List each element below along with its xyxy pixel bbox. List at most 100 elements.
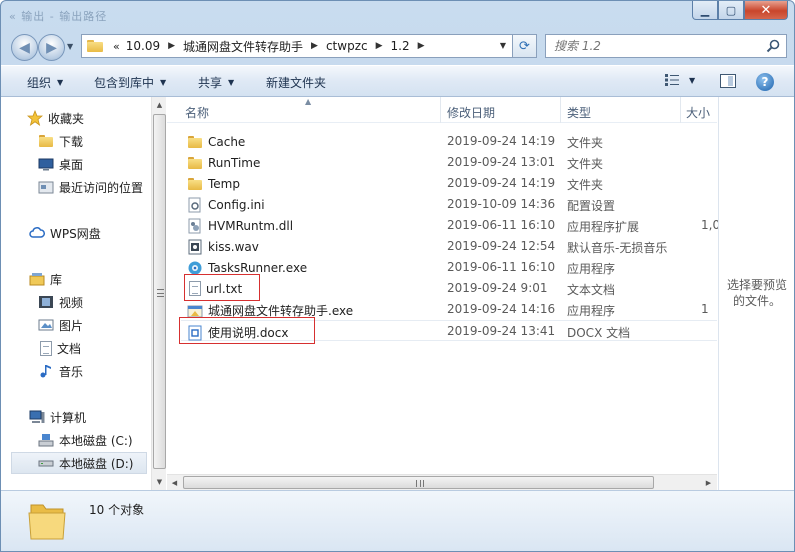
- window-controls: ▁ ▢ ✕: [692, 1, 788, 20]
- chevron-right-icon[interactable]: ▶: [311, 41, 318, 51]
- star-icon: [27, 110, 43, 126]
- search-box[interactable]: [545, 34, 787, 58]
- downloads-folder-icon: [38, 133, 54, 149]
- chevron-right-icon[interactable]: ▶: [376, 41, 383, 51]
- file-row[interactable]: TasksRunner.exe 2019-06-11 16:10 应用程序: [181, 257, 717, 278]
- folder-icon: [187, 176, 203, 192]
- nav-computer[interactable]: 计算机: [29, 406, 86, 428]
- file-name: Cache: [208, 135, 246, 149]
- file-row[interactable]: kiss.wav 2019-09-24 12:54 默认音乐-无损音乐: [181, 236, 717, 257]
- chevron-right-icon[interactable]: ▶: [418, 41, 425, 51]
- music-note-icon: [40, 365, 51, 378]
- file-row[interactable]: RunTime 2019-09-24 13:01 文件夹: [181, 152, 717, 173]
- system-drive-icon: [38, 434, 54, 447]
- file-name: Config.ini: [208, 198, 265, 212]
- file-date: 2019-09-24 13:01: [447, 155, 556, 169]
- file-row[interactable]: HVMRuntm.dll 2019-06-11 16:10 应用程序扩展 1,0: [181, 215, 720, 236]
- nav-videos[interactable]: 视频: [38, 291, 83, 313]
- address-history-dropdown[interactable]: ▼: [500, 41, 506, 50]
- scroll-right-icon[interactable]: ▶: [701, 475, 716, 491]
- forward-button[interactable]: ▶: [38, 34, 65, 61]
- help-button[interactable]: ?: [756, 73, 774, 91]
- organize-label: 组织: [27, 76, 52, 90]
- maximize-button[interactable]: ▢: [718, 1, 744, 20]
- folder-icon: [28, 504, 66, 540]
- file-date: 2019-09-24 9:01: [447, 281, 548, 295]
- back-button[interactable]: ◀: [11, 34, 38, 61]
- details-pane: 10 个对象: [1, 490, 794, 551]
- nav-libraries[interactable]: 库: [29, 268, 62, 290]
- preview-pane-toggle[interactable]: [720, 74, 736, 88]
- new-folder-button[interactable]: 新建文件夹: [266, 74, 326, 91]
- breadcrumb-overflow[interactable]: «: [113, 40, 120, 53]
- sort-ascending-icon: ▲: [305, 97, 312, 106]
- column-divider[interactable]: [560, 97, 561, 123]
- column-divider[interactable]: [680, 97, 681, 123]
- scrollbar-thumb[interactable]: [183, 476, 654, 489]
- library-icon: [29, 273, 45, 286]
- breadcrumb-item[interactable]: 1.2: [391, 39, 410, 53]
- file-row[interactable]: url.txt 2019-09-24 9:01 文本文档: [181, 278, 717, 299]
- search-icon[interactable]: [766, 39, 780, 53]
- scrollbar-thumb[interactable]: [153, 114, 166, 469]
- minimize-icon: ▁: [700, 3, 710, 17]
- file-name: Temp: [208, 177, 240, 191]
- scroll-left-icon[interactable]: ◀: [167, 475, 182, 491]
- nav-desktop[interactable]: 桌面: [38, 153, 83, 175]
- drive-icon: [38, 460, 54, 467]
- organize-button[interactable]: 组织 ▼: [27, 74, 63, 91]
- help-icon: ?: [761, 75, 769, 89]
- new-folder-label: 新建文件夹: [266, 76, 327, 90]
- explorer-content: 收藏夹 下载 桌面 最近访问的位置 WPS网盘 库 视频 图片 文档 音乐 计算…: [1, 97, 794, 490]
- breadcrumb-item[interactable]: 城通网盘文件转存助手: [183, 38, 303, 55]
- file-row[interactable]: Temp 2019-09-24 14:19 文件夹: [181, 173, 717, 194]
- scroll-up-icon[interactable]: ▲: [152, 97, 167, 113]
- address-bar[interactable]: « 10.09 ▶ 城通网盘文件转存助手 ▶ ctwpzc ▶ 1.2 ▶ ▼: [81, 34, 513, 58]
- nav-drive-c[interactable]: 本地磁盘 (C:): [38, 429, 133, 451]
- nav-label: 收藏夹: [48, 111, 85, 126]
- column-divider[interactable]: [440, 97, 441, 123]
- file-row[interactable]: Config.ini 2019-10-09 14:36 配置设置: [181, 194, 717, 215]
- nav-favorites[interactable]: 收藏夹: [27, 107, 84, 129]
- horizontal-scrollbar[interactable]: ◀ ▶: [167, 474, 717, 490]
- scroll-down-icon[interactable]: ▼: [152, 474, 167, 490]
- preview-message: 选择要预览的文件。: [726, 278, 787, 308]
- grip-icon: [157, 289, 164, 297]
- file-date: 2019-09-24 12:54: [447, 239, 556, 253]
- share-button[interactable]: 共享 ▼: [198, 74, 234, 91]
- minimize-button[interactable]: ▁: [692, 1, 718, 20]
- nav-music[interactable]: 音乐: [38, 360, 83, 382]
- file-row[interactable]: Cache 2019-09-24 14:19 文件夹: [181, 131, 717, 152]
- breadcrumb-item[interactable]: 10.09: [126, 39, 160, 53]
- navigation-scrollbar[interactable]: ▲ ▼: [151, 97, 166, 490]
- details-view-icon: [665, 74, 679, 86]
- breadcrumb-item[interactable]: ctwpzc: [326, 39, 368, 53]
- search-input[interactable]: [554, 39, 764, 53]
- nav-drive-d[interactable]: 本地磁盘 (D:): [11, 452, 147, 474]
- nav-wps-cloud[interactable]: WPS网盘: [29, 222, 101, 244]
- column-date[interactable]: 修改日期: [447, 104, 495, 121]
- include-in-library-button[interactable]: 包含到库中 ▼: [94, 74, 166, 91]
- change-view-button[interactable]: ▼: [665, 74, 695, 86]
- nav-label: WPS网盘: [50, 226, 101, 241]
- nav-label: 本地磁盘 (C:): [59, 433, 133, 448]
- column-name[interactable]: 名称: [185, 104, 209, 121]
- file-type: 文件夹: [567, 157, 604, 171]
- nav-label: 库: [50, 272, 63, 287]
- file-date: 2019-09-24 14:16: [447, 302, 556, 316]
- nav-recent-places[interactable]: 最近访问的位置: [38, 176, 143, 198]
- forward-arrow-icon: ▶: [46, 39, 57, 56]
- column-type[interactable]: 类型: [567, 104, 591, 121]
- close-button[interactable]: ✕: [744, 1, 788, 20]
- nav-pictures[interactable]: 图片: [38, 314, 83, 336]
- recent-pages-dropdown[interactable]: ▼: [67, 42, 73, 51]
- column-size[interactable]: 大小: [686, 104, 710, 121]
- chevron-right-icon[interactable]: ▶: [168, 41, 175, 51]
- grip-icon: [416, 480, 424, 487]
- refresh-button[interactable]: ⟳: [513, 34, 537, 58]
- nav-label: 本地磁盘 (D:): [59, 456, 134, 471]
- file-type: 应用程序: [567, 304, 616, 318]
- nav-downloads[interactable]: 下载: [38, 130, 83, 152]
- nav-documents[interactable]: 文档: [38, 337, 81, 359]
- chevron-down-icon[interactable]: ▼: [689, 76, 695, 85]
